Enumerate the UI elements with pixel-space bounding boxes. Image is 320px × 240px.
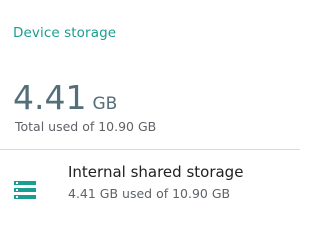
used-storage-unit: GB — [92, 94, 118, 114]
storage-settings-page: Device storage 4.41 GB Total used of 10.9… — [0, 0, 300, 201]
internal-shared-storage-item[interactable]: Internal shared storage 4.41 GB used of … — [0, 150, 300, 201]
storage-icon — [14, 181, 36, 199]
total-used-caption: Total used of 10.90 GB — [15, 119, 157, 134]
storage-total-summary: 4.41 GB — [13, 78, 117, 118]
device-storage-header: Device storage — [13, 25, 117, 41]
storage-item-usage: 4.41 GB used of 10.90 GB — [68, 186, 231, 201]
storage-item-title: Internal shared storage — [68, 163, 244, 181]
used-storage-value: 4.41 — [13, 78, 87, 117]
